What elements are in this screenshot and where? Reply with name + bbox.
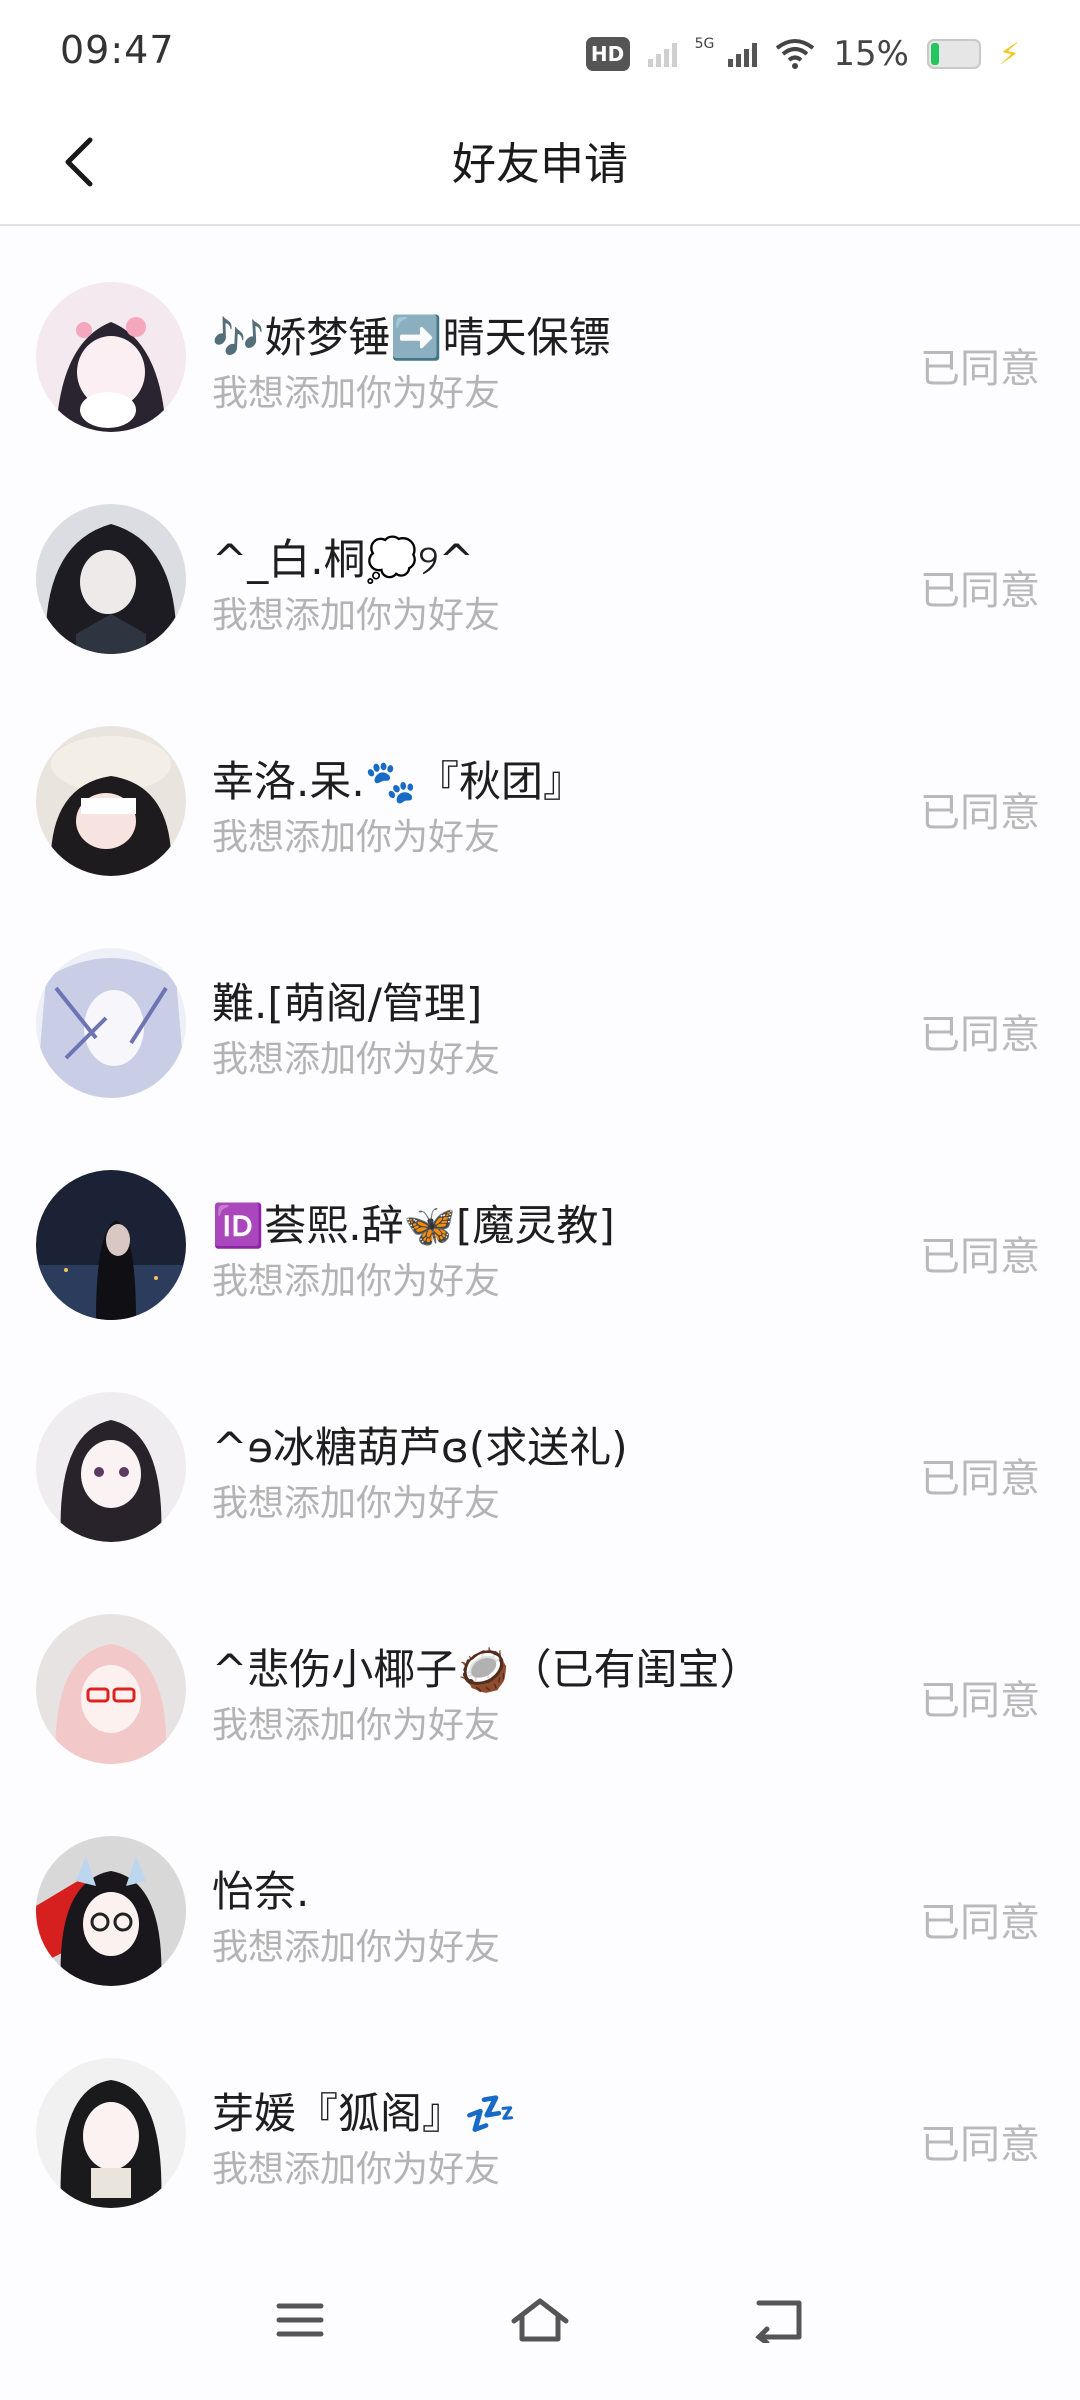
request-row[interactable]: 🆔荟熙.辞🦋[魔灵教] 我想添加你为好友 已同意 — [0, 1114, 1080, 1336]
request-message: 我想添加你为好友 — [212, 1927, 501, 1968]
avatar[interactable] — [36, 504, 186, 654]
home-icon — [511, 2298, 569, 2342]
status-bar: 09:47 HD 5G 15% ⚡ — [0, 0, 1080, 100]
request-message: 我想添加你为好友 — [212, 1483, 501, 1524]
status-icons: HD 5G 15% ⚡ — [585, 32, 1020, 76]
requester-name: 難.[萌阁/管理] — [212, 979, 483, 1028]
avatar[interactable] — [36, 726, 186, 876]
request-status: 已同意 — [920, 1900, 1040, 1946]
signal-icon — [647, 41, 677, 67]
requester-name: ^_白.桐💭୨^ — [212, 535, 474, 584]
request-message: 我想添加你为好友 — [212, 1261, 501, 1302]
page-title: 好友申请 — [452, 139, 628, 190]
menu-icon — [276, 2303, 324, 2337]
request-row[interactable]: 怡奈. 我想添加你为好友 已同意 — [0, 1780, 1080, 2002]
request-row[interactable]: 難.[萌阁/管理] 我想添加你为好友 已同意 — [0, 892, 1080, 1114]
wifi-icon — [776, 39, 815, 69]
avatar[interactable] — [36, 1170, 186, 1320]
back-icon — [755, 2300, 802, 2343]
request-status: 已同意 — [920, 1678, 1040, 1724]
requester-name: 🎶娇梦锤➡️晴天保镖 — [212, 313, 611, 362]
header: 好友申请 — [0, 100, 1080, 226]
request-row[interactable]: ^_白.桐💭୨^ 我想添加你为好友 已同意 — [0, 448, 1080, 670]
request-message: 我想添加你为好友 — [212, 595, 501, 636]
menu-button[interactable] — [250, 2280, 350, 2360]
avatar[interactable] — [36, 1836, 186, 1986]
signal-icon — [728, 41, 758, 67]
request-status: 已同意 — [920, 790, 1040, 836]
request-row[interactable]: 🎶娇梦锤➡️晴天保镖 我想添加你为好友 已同意 — [0, 226, 1080, 448]
home-button[interactable] — [490, 2280, 590, 2360]
request-message: 我想添加你为好友 — [212, 1705, 501, 1746]
avatar[interactable] — [36, 1392, 186, 1542]
avatar[interactable] — [36, 948, 186, 1098]
request-status: 已同意 — [920, 1456, 1040, 1502]
request-row[interactable]: 芽媛『狐阁』💤 我想添加你为好友 已同意 — [0, 2002, 1080, 2224]
avatar[interactable] — [36, 1614, 186, 1764]
request-status: 已同意 — [920, 568, 1040, 614]
navigation-bar — [0, 2250, 1080, 2400]
hd-icon: HD — [585, 37, 630, 71]
request-status: 已同意 — [920, 1234, 1040, 1280]
battery-icon — [926, 39, 981, 69]
status-time: 09:47 — [60, 28, 175, 72]
requester-name: 🆔荟熙.辞🦋[魔灵教] — [212, 1201, 615, 1250]
avatar[interactable] — [36, 282, 186, 432]
requester-name: ^ɘ冰糖葫芦ɞ(求送礼) — [212, 1423, 628, 1472]
request-message: 我想添加你为好友 — [212, 817, 501, 858]
request-message: 我想添加你为好友 — [212, 373, 501, 414]
requester-name: 幸洛.呆.🐾『秋团』 — [212, 757, 585, 806]
requester-name: ^悲伤小椰子🥥（已有闺宝） — [212, 1645, 762, 1694]
request-row[interactable]: ^ɘ冰糖葫芦ɞ(求送礼) 我想添加你为好友 已同意 — [0, 1336, 1080, 1558]
battery-percent: 15% — [833, 34, 909, 74]
request-status: 已同意 — [920, 1012, 1040, 1058]
back-nav-button[interactable] — [730, 2280, 830, 2360]
request-row[interactable]: ^悲伤小椰子🥥（已有闺宝） 我想添加你为好友 已同意 — [0, 1558, 1080, 1780]
request-message: 我想添加你为好友 — [212, 1039, 501, 1080]
requester-name: 怡奈. — [212, 1867, 310, 1916]
request-row[interactable]: 幸洛.呆.🐾『秋团』 我想添加你为好友 已同意 — [0, 670, 1080, 892]
charging-icon: ⚡ — [998, 36, 1020, 72]
request-message: 我想添加你为好友 — [212, 2149, 501, 2190]
friend-request-list: 🎶娇梦锤➡️晴天保镖 我想添加你为好友 已同意 ^_白.桐💭୨^ 我想添加你为好… — [0, 226, 1080, 2224]
request-status: 已同意 — [920, 2122, 1040, 2168]
requester-name: 芽媛『狐阁』💤 — [212, 2089, 517, 2138]
avatar[interactable] — [36, 2058, 186, 2208]
network-label: 5G — [694, 36, 715, 52]
request-status: 已同意 — [920, 346, 1040, 392]
